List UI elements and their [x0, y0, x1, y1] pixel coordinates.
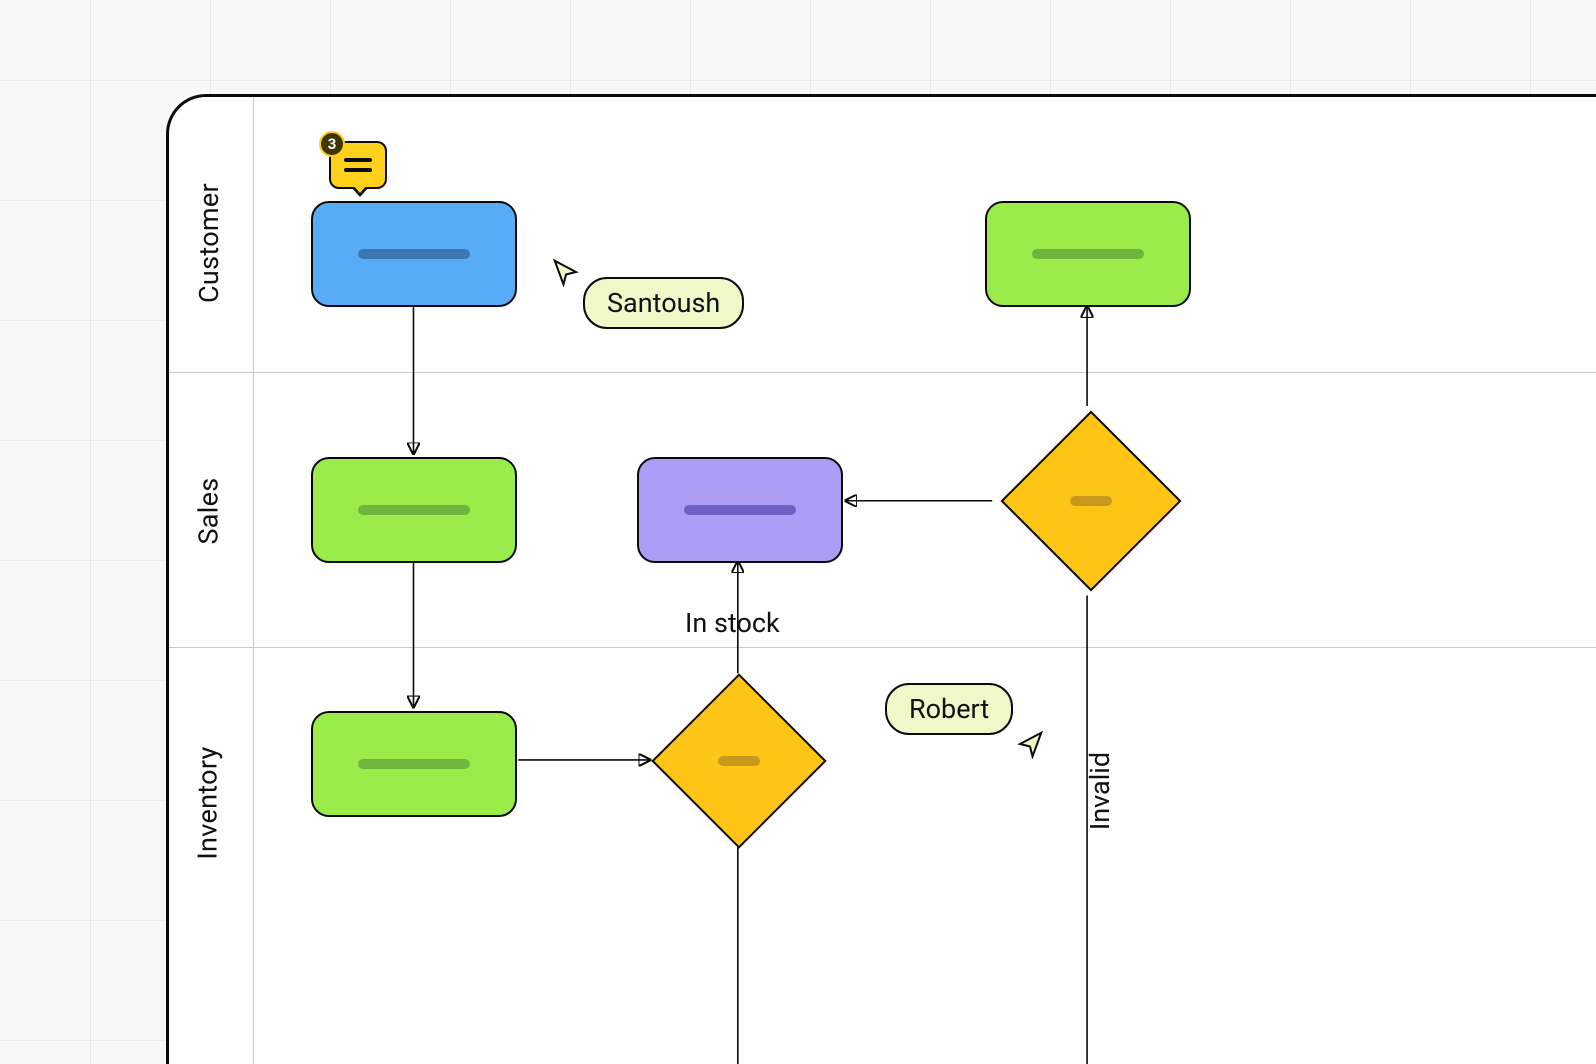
task-label-placeholder	[358, 759, 470, 769]
task-label-placeholder	[358, 249, 470, 259]
lane-label-divider	[253, 97, 254, 1064]
cursor-icon	[1015, 729, 1045, 759]
gateway-label-placeholder	[718, 756, 760, 766]
task-node[interactable]	[311, 711, 517, 817]
lane-separator	[169, 647, 1596, 648]
gateway-label-placeholder	[1070, 496, 1112, 506]
comment-line-icon	[344, 158, 372, 162]
task-label-placeholder	[684, 505, 796, 515]
comment-icon[interactable]: 3	[329, 141, 387, 189]
lane-label-inventory: Inventory	[192, 746, 224, 859]
task-node[interactable]	[311, 457, 517, 563]
task-label-placeholder	[358, 505, 470, 515]
lane-label-sales: Sales	[193, 477, 225, 544]
cursor-icon	[551, 257, 581, 287]
task-label-placeholder	[1032, 249, 1144, 259]
collaborator-cursor-tag: Robert	[885, 683, 1013, 735]
gateway-node[interactable]	[651, 673, 826, 848]
task-node[interactable]	[311, 201, 517, 307]
task-node[interactable]	[985, 201, 1191, 307]
comment-line-icon	[344, 168, 372, 172]
collaborator-cursor-tag: Santoush	[583, 277, 744, 329]
comment-count-badge: 3	[319, 131, 345, 157]
swimlane-panel[interactable]: Customer Sales Inventory 3	[166, 94, 1596, 1064]
edge-label: In stock	[685, 607, 780, 639]
edge-label: Invalid	[1084, 752, 1116, 830]
lane-separator	[169, 372, 1596, 373]
task-node[interactable]	[637, 457, 843, 563]
lane-label-customer: Customer	[193, 183, 225, 303]
gateway-node[interactable]	[1000, 410, 1181, 591]
